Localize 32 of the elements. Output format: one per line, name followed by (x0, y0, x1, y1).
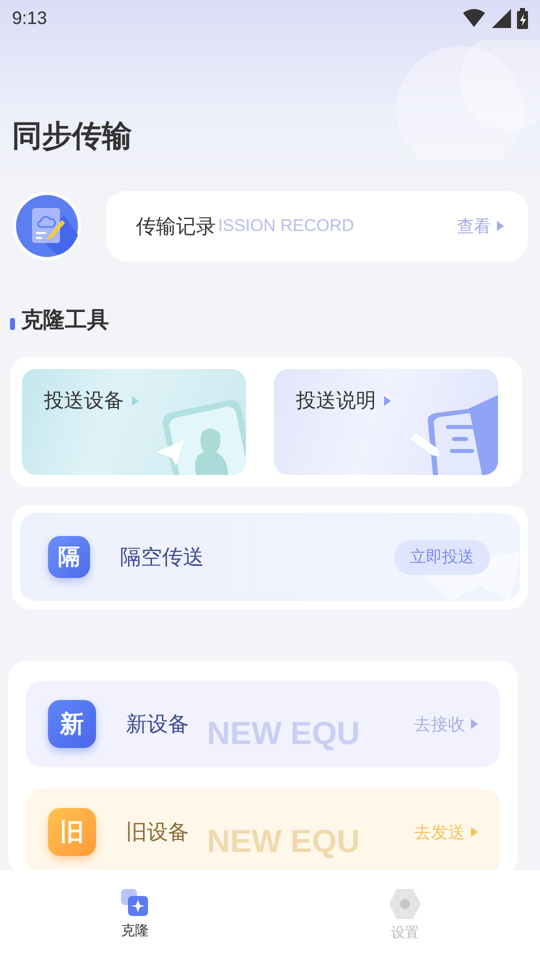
device-watermark-text: NEW EQU (207, 822, 360, 860)
page-title: 同步传输 (12, 118, 133, 156)
caret-icon (497, 221, 504, 231)
wifi-icon (462, 8, 486, 28)
cloud-document-icon (12, 191, 82, 261)
device-title: 旧设备 (126, 819, 189, 846)
nav-tab[interactable]: 克隆 (0, 870, 270, 960)
air-transfer-title: 隔空传送 (120, 544, 204, 571)
record-card[interactable]: 传输记录 ISSION RECORD 查看 (106, 191, 528, 261)
settings-icon (388, 888, 422, 920)
section-marker (10, 318, 15, 330)
status-time: 9:13 (12, 8, 48, 28)
caret-icon (384, 396, 391, 406)
battery-icon (517, 8, 528, 28)
air-badge: 隔 (48, 536, 90, 578)
device-badge: 旧 (48, 808, 96, 856)
section-title: 克隆工具 (21, 307, 109, 335)
caret-icon (132, 396, 139, 406)
record-title: 传输记录 (136, 212, 216, 240)
cast-card[interactable]: 投送设备 (22, 369, 246, 475)
signal-icon (492, 8, 511, 28)
record-subtitle: ISSION RECORD (218, 216, 354, 236)
cast-card[interactable]: 投送说明 (274, 369, 498, 475)
clone-icon (119, 888, 151, 918)
air-transfer-card[interactable]: 隔 隔空传送 立即投送 (20, 513, 520, 601)
caret-icon (471, 827, 478, 837)
device-card[interactable]: 旧 旧设备 NEW EQU 去发送 (26, 789, 500, 870)
device-title: 新设备 (126, 711, 189, 738)
caret-icon (471, 719, 478, 729)
cast-card-title: 投送说明 (296, 387, 391, 414)
device-badge: 新 (48, 700, 96, 748)
cast-card-title: 投送设备 (44, 387, 139, 414)
